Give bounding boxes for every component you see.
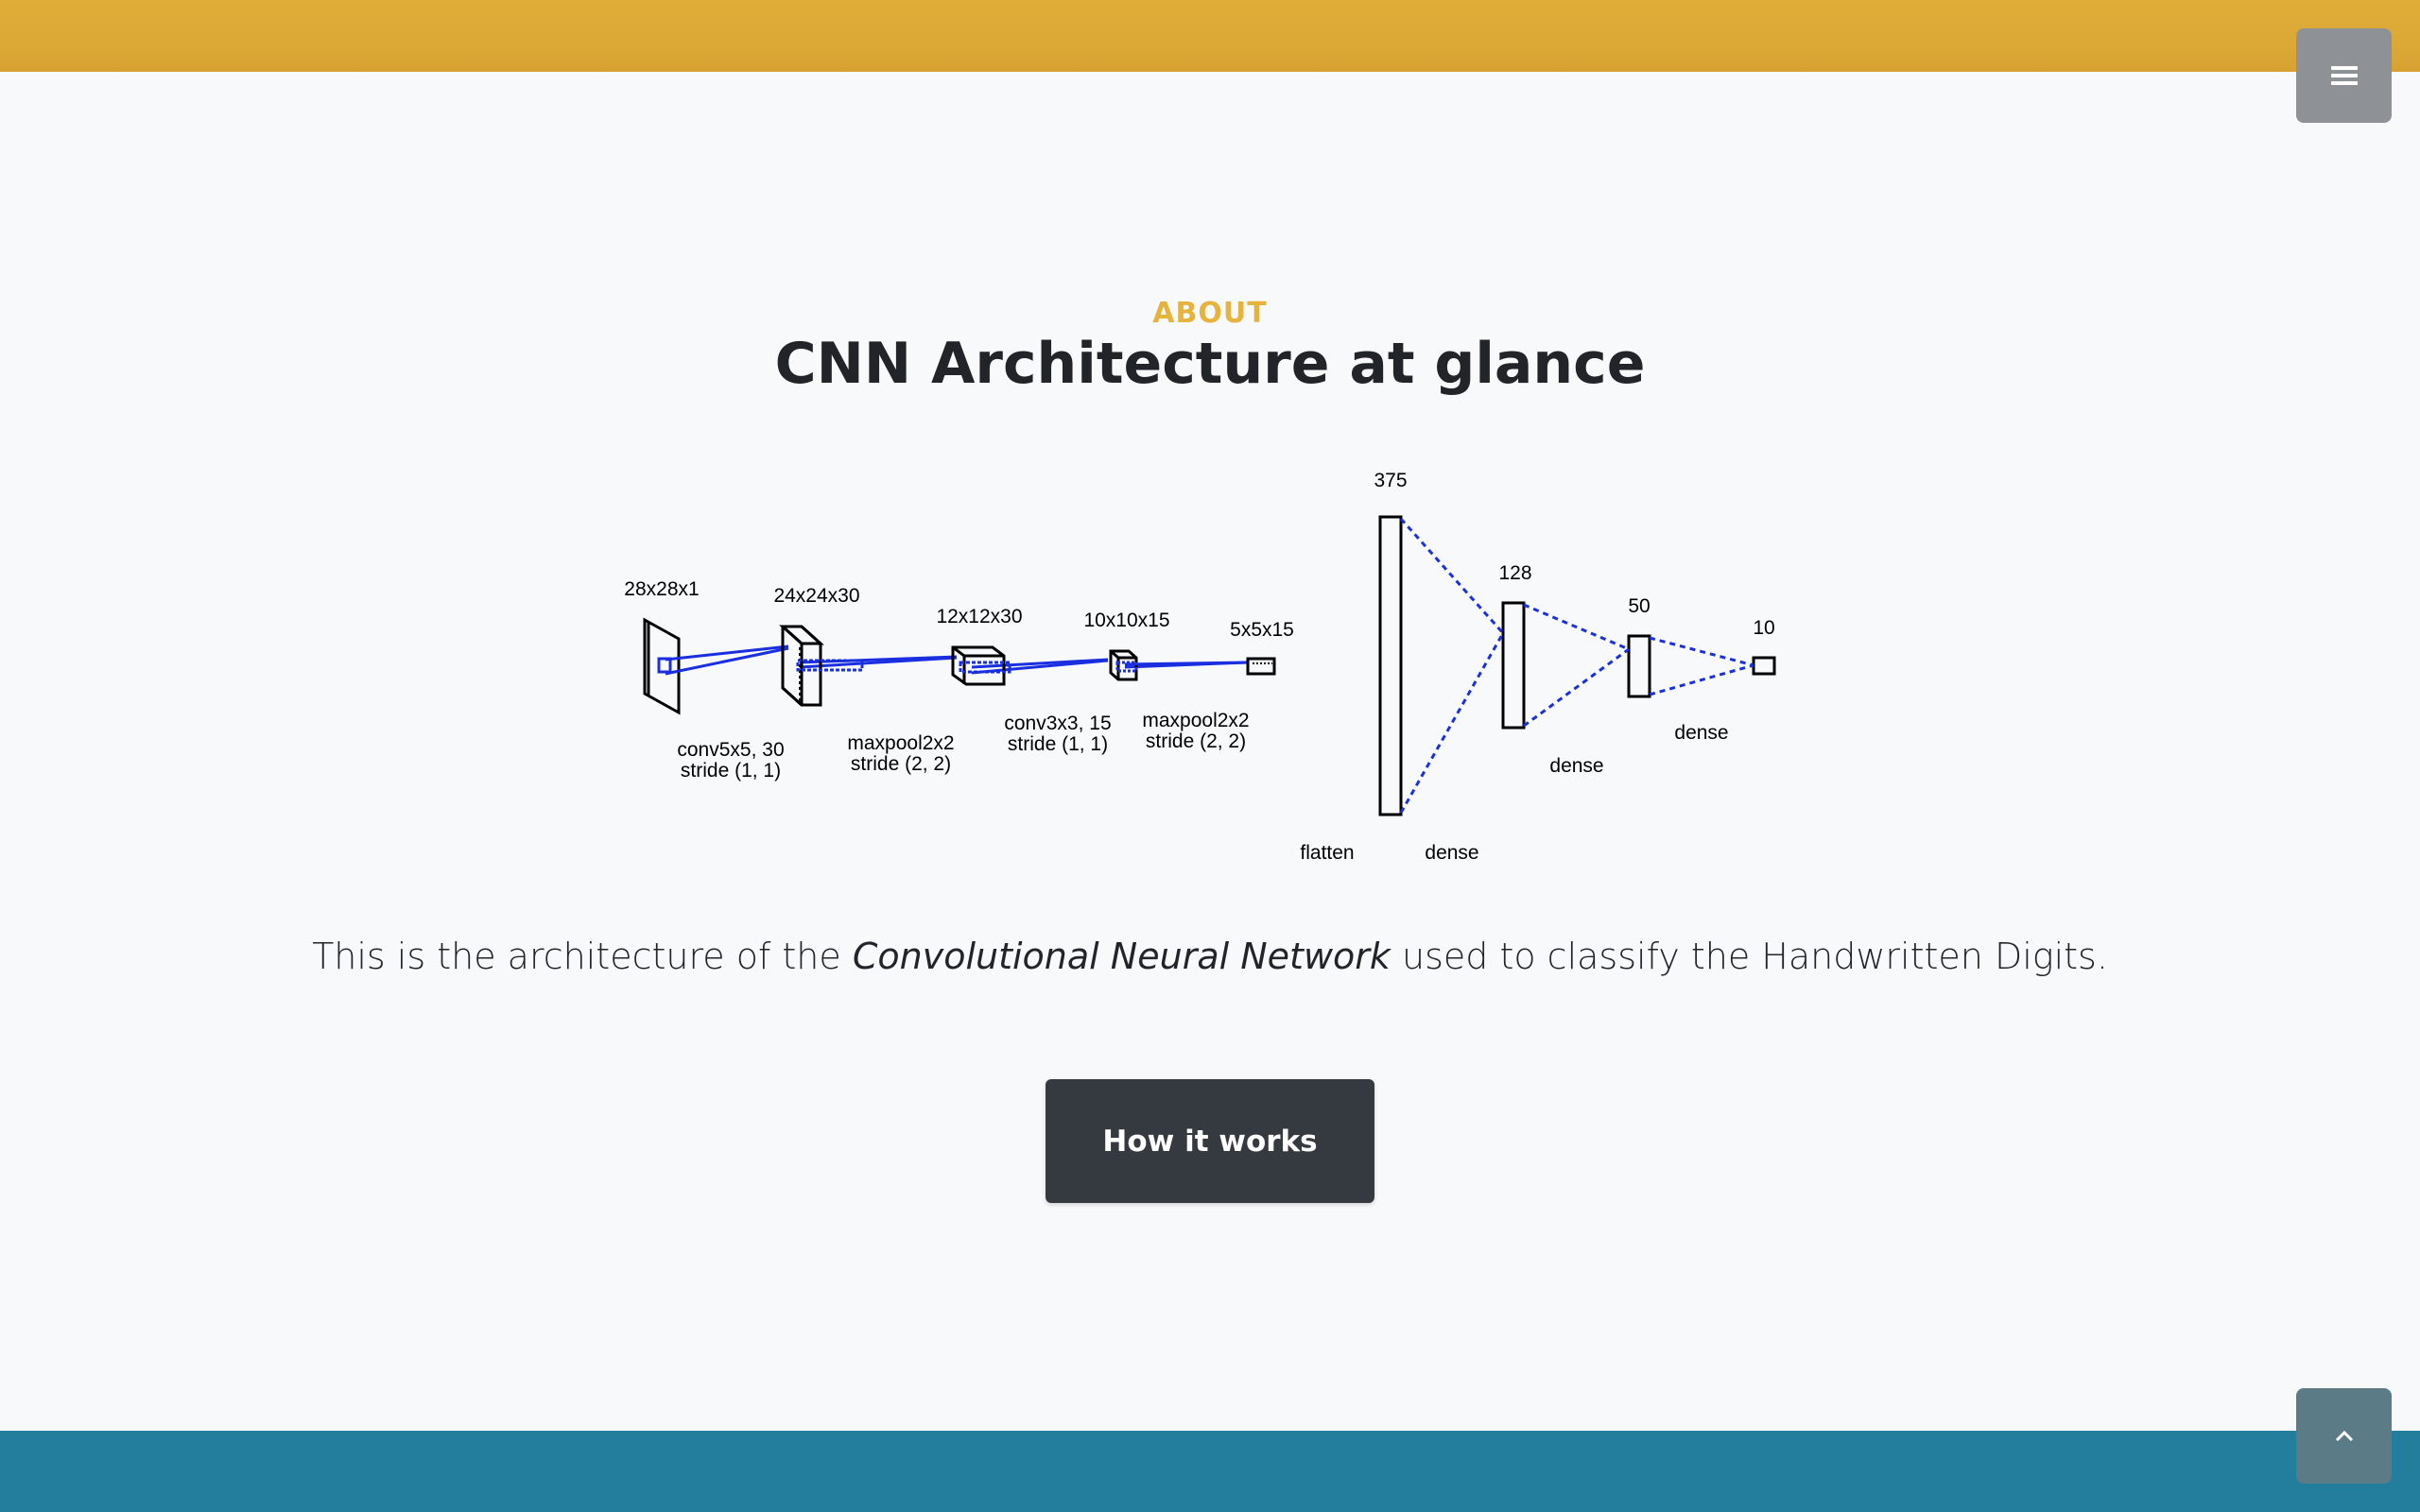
description-before: This is the architecture of the — [312, 936, 853, 977]
description-after: used to classify the Handwritten Digits. — [1390, 936, 2108, 977]
op-label: stride (2, 2) — [1146, 730, 1246, 752]
layer-label: 10 — [1753, 617, 1774, 639]
layer-input — [643, 617, 681, 715]
layer-flatten — [1378, 515, 1403, 816]
op-label: maxpool2x2 — [847, 732, 954, 754]
chevron-up-icon — [2335, 1430, 2353, 1441]
scroll-to-top-button[interactable] — [2296, 1388, 2392, 1484]
op-label: conv5x5, 30 — [677, 739, 784, 761]
layer-label: 128 — [1498, 562, 1531, 584]
op-label: flatten — [1300, 842, 1354, 864]
layer-pool2 — [1246, 657, 1276, 676]
layer-output — [1752, 656, 1776, 676]
op-label: dense — [1674, 722, 1728, 744]
layer-label: 24x24x30 — [773, 585, 859, 607]
page-title: CNN Architecture at glance — [774, 331, 1646, 397]
how-it-works-button[interactable]: How it works — [1046, 1079, 1374, 1203]
layer-dense-50 — [1627, 634, 1651, 698]
layer-label: 5x5x15 — [1230, 619, 1294, 641]
op-label: conv3x3, 15 — [1004, 713, 1111, 734]
cnn-architecture-diagram: 28x28x1 24x24x30 12x12x30 10x10x15 5x5x1… — [624, 470, 1776, 864]
layer-label: 12x12x30 — [936, 606, 1022, 627]
hamburger-icon — [2330, 66, 2358, 85]
section-label: ABOUT — [1152, 297, 1268, 330]
layer-label: 10x10x15 — [1083, 610, 1169, 631]
layer-label: 375 — [1374, 470, 1407, 491]
op-label: dense — [1549, 755, 1603, 777]
menu-button[interactable] — [2296, 28, 2392, 123]
layer-label: 28x28x1 — [624, 578, 699, 600]
op-label: dense — [1425, 842, 1478, 864]
footer-bar — [0, 1431, 2420, 1512]
layer-dense-128 — [1501, 601, 1526, 730]
op-label: stride (1, 1) — [1008, 733, 1108, 755]
header-bar — [0, 0, 2420, 72]
op-label: stride (1, 1) — [681, 760, 781, 782]
description-emphasis: Convolutional Neural Network — [852, 936, 1391, 977]
op-label: stride (2, 2) — [851, 753, 951, 775]
layer-label: 50 — [1628, 595, 1650, 617]
op-label: maxpool2x2 — [1142, 710, 1249, 731]
description-text: This is the architecture of the Convolut… — [0, 936, 2420, 977]
